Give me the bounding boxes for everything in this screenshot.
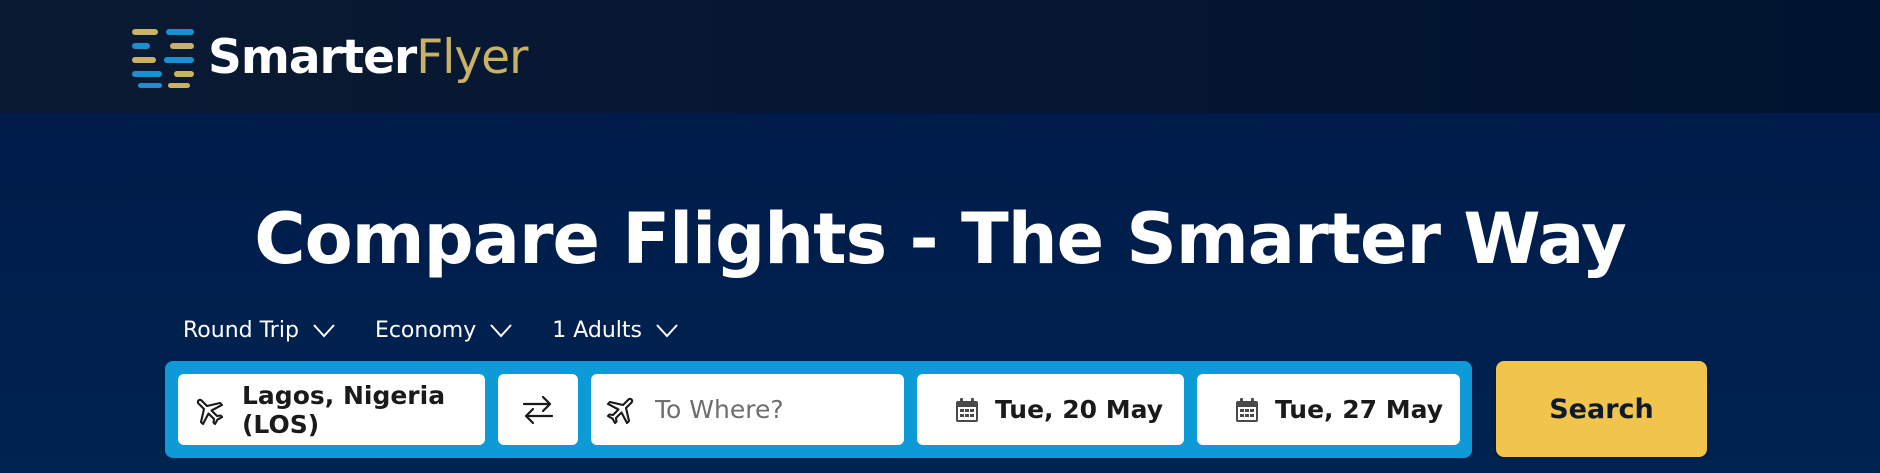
chevron-down-icon <box>490 323 512 337</box>
logo-text-flyer: Flyer <box>416 29 528 85</box>
calendar-icon <box>1235 397 1259 423</box>
destination-field[interactable]: To Where? <box>591 374 904 445</box>
passengers-dropdown[interactable]: 1 Adults <box>552 318 678 343</box>
chevron-down-icon <box>656 323 678 337</box>
return-date-field[interactable]: Tue, 27 May <box>1197 374 1460 445</box>
trip-type-dropdown[interactable]: Round Trip <box>183 318 335 343</box>
departure-date-field[interactable]: Tue, 20 May <box>917 374 1184 445</box>
chevron-down-icon <box>313 323 335 337</box>
origin-value: Lagos, Nigeria (LOS) <box>242 380 446 439</box>
logo-mark-icon <box>132 29 194 88</box>
logo-wordmark: SmarterFlyer <box>208 29 528 85</box>
return-date-value: Tue, 27 May <box>1275 395 1444 424</box>
origin-field[interactable]: Lagos, Nigeria (LOS) <box>178 374 485 445</box>
airplane-icon <box>605 393 639 427</box>
passengers-label: 1 Adults <box>552 318 643 343</box>
hero-section: Compare Flights - The Smarter Way Round … <box>0 113 1880 473</box>
cabin-class-label: Economy <box>374 318 477 343</box>
calendar-icon <box>955 397 979 423</box>
smarterflyer-logo[interactable]: SmarterFlyer <box>130 22 528 92</box>
departure-date-value: Tue, 20 May <box>995 395 1164 424</box>
airplane-icon <box>192 393 226 427</box>
page-title: Compare Flights - The Smarter Way <box>254 198 1627 280</box>
flight-search-bar: Lagos, Nigeria (LOS) To Where? Tue, 20 M… <box>165 361 1472 458</box>
destination-placeholder: To Where? <box>655 395 784 424</box>
trip-options-row: Round Trip Economy 1 Adults <box>183 318 678 343</box>
swap-airports-button[interactable] <box>498 374 578 445</box>
logo-text-smarter: Smarter <box>208 29 417 85</box>
search-button[interactable]: Search <box>1496 361 1707 457</box>
top-navigation-bar: SmarterFlyer <box>0 0 1880 113</box>
cabin-class-dropdown[interactable]: Economy <box>375 318 512 343</box>
swap-arrows-icon <box>522 395 554 424</box>
trip-type-label: Round Trip <box>183 318 299 343</box>
